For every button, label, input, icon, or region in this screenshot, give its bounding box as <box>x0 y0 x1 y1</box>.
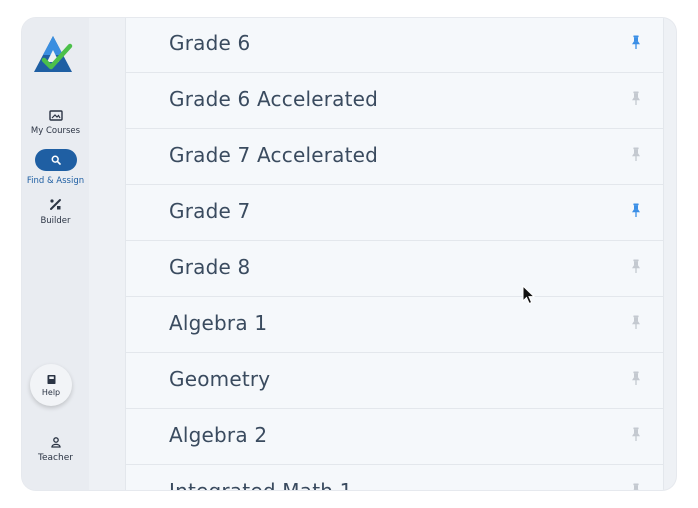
find-assign-pill[interactable] <box>34 149 77 171</box>
course-row[interactable]: Algebra 2 <box>126 409 663 465</box>
pin-icon[interactable] <box>631 91 641 110</box>
image-icon <box>48 110 63 121</box>
app-logo <box>34 36 73 72</box>
course-name: Integrated Math 1 <box>169 479 353 490</box>
course-row[interactable]: Grade 6 Accelerated <box>126 73 663 129</box>
person-icon <box>50 437 61 448</box>
sidebar-item-label: Find & Assign <box>26 176 85 186</box>
user-label: Teacher <box>38 453 73 463</box>
pin-icon[interactable] <box>631 371 641 390</box>
course-row[interactable]: Grade 6 <box>126 18 663 73</box>
pin-icon[interactable] <box>631 483 641 490</box>
help-button[interactable]: Help <box>30 364 72 406</box>
course-row[interactable]: Algebra 1 <box>126 297 663 353</box>
sidebar: My Courses Find & Assign Builder Help Te… <box>22 18 89 490</box>
pin-icon[interactable] <box>631 147 641 166</box>
pin-icon[interactable] <box>631 259 641 278</box>
sidebar-item-builder[interactable]: Builder <box>22 198 89 226</box>
book-icon <box>47 375 55 384</box>
help-label: Help <box>41 388 61 397</box>
pin-icon[interactable] <box>631 315 641 334</box>
tools-icon <box>50 199 61 210</box>
course-name: Algebra 2 <box>169 423 268 447</box>
course-row[interactable]: Grade 7 Accelerated <box>126 129 663 185</box>
pin-icon[interactable] <box>631 427 641 446</box>
course-list: Grade 6 Grade 6 Accelerated Grade 7 Accele… <box>125 18 664 490</box>
course-row[interactable]: Grade 7 <box>126 185 663 241</box>
sidebar-item-find-assign[interactable]: Find & Assign <box>22 149 89 186</box>
sidebar-item-label: My Courses <box>30 126 81 136</box>
sidebar-item-my-courses[interactable]: My Courses <box>22 110 89 136</box>
course-row[interactable]: Integrated Math 1 <box>126 465 663 490</box>
course-name: Grade 6 Accelerated <box>169 87 379 111</box>
course-row[interactable]: Geometry <box>126 353 663 409</box>
course-name: Grade 8 <box>169 255 251 279</box>
course-name: Algebra 1 <box>169 311 268 335</box>
sidebar-item-label: Builder <box>40 216 71 226</box>
course-name: Geometry <box>169 367 271 391</box>
pin-icon-active[interactable] <box>631 203 641 222</box>
gutter <box>89 18 125 490</box>
user-menu[interactable]: Teacher <box>22 437 89 463</box>
course-name: Grade 7 <box>169 199 251 223</box>
course-row[interactable]: Grade 8 <box>126 241 663 297</box>
app-window: My Courses Find & Assign Builder Help Te… <box>22 18 676 490</box>
search-icon <box>51 155 61 165</box>
pin-icon-active[interactable] <box>631 35 641 54</box>
mouse-cursor-icon <box>522 285 536 305</box>
course-name: Grade 6 <box>169 31 251 55</box>
course-name: Grade 7 Accelerated <box>169 143 379 167</box>
